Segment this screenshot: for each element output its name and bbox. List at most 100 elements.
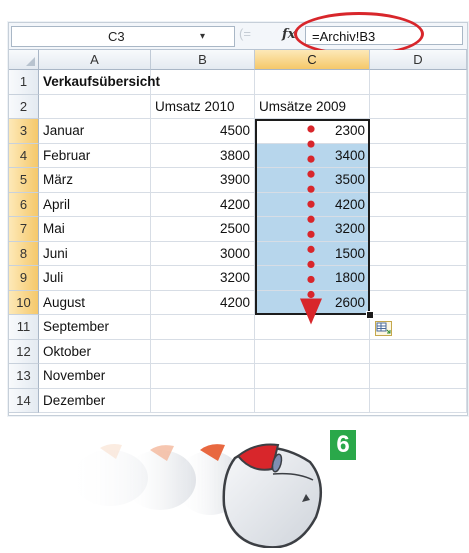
- autofill-options-icon[interactable]: [375, 321, 392, 336]
- sheet-row: 6 April 4200 4200: [9, 192, 467, 217]
- sheet-row: 4 Februar 3800 3400: [9, 143, 467, 168]
- cell-b4[interactable]: 3800: [151, 143, 255, 168]
- row-header[interactable]: 5: [9, 168, 39, 193]
- cell-d6[interactable]: [370, 192, 467, 217]
- cell-d7[interactable]: [370, 217, 467, 242]
- sheet-row: 2 Umsatz 2010 Umsätze 2009: [9, 94, 467, 119]
- cell-a2[interactable]: [39, 94, 151, 119]
- cell-b7[interactable]: 2500: [151, 217, 255, 242]
- fx-icon[interactable]: fx: [282, 27, 295, 42]
- cell-a7[interactable]: Mai: [39, 217, 151, 242]
- cell-d10[interactable]: [370, 290, 467, 315]
- sheet-row: 11 September: [9, 315, 467, 340]
- cell-b13[interactable]: [151, 364, 255, 389]
- cell-b14[interactable]: [151, 388, 255, 413]
- cell-d1[interactable]: [370, 70, 467, 95]
- chevron-down-icon[interactable]: ▾: [200, 27, 205, 46]
- cell-c5[interactable]: 3500: [255, 168, 370, 193]
- cell-d14[interactable]: [370, 388, 467, 413]
- fill-handle[interactable]: [366, 311, 374, 319]
- cell-b8[interactable]: 3000: [151, 241, 255, 266]
- column-header-d[interactable]: D: [370, 50, 467, 70]
- row-header[interactable]: 14: [9, 388, 39, 413]
- name-box-value: C3: [108, 29, 125, 44]
- cell-d9[interactable]: [370, 266, 467, 291]
- cell-c12[interactable]: [255, 339, 370, 364]
- cell-d5[interactable]: [370, 168, 467, 193]
- cell-a3[interactable]: Januar: [39, 119, 151, 144]
- cell-a5[interactable]: März: [39, 168, 151, 193]
- cell-c13[interactable]: [255, 364, 370, 389]
- cell-c9[interactable]: 1800: [255, 266, 370, 291]
- row-header[interactable]: 8: [9, 241, 39, 266]
- select-all-corner[interactable]: [9, 50, 39, 70]
- step-number-badge: 6: [330, 430, 356, 460]
- cell-b1[interactable]: [151, 70, 255, 95]
- select-all-triangle-icon: [26, 57, 35, 66]
- row-header[interactable]: 10: [9, 290, 39, 315]
- cell-c1[interactable]: [255, 70, 370, 95]
- spreadsheet-window: C3 ▾ (= fx =Archiv!B3 A B C D 1 Verkaufsübers…: [8, 12, 468, 416]
- cell-b6[interactable]: 4200: [151, 192, 255, 217]
- cell-c7[interactable]: 3200: [255, 217, 370, 242]
- cell-a12[interactable]: Oktober: [39, 339, 151, 364]
- cell-a13[interactable]: November: [39, 364, 151, 389]
- cell-c8[interactable]: 1500: [255, 241, 370, 266]
- cell-c11[interactable]: [255, 315, 370, 340]
- name-box[interactable]: C3 ▾: [11, 26, 235, 47]
- sheet-row: 1 Verkaufsübersicht: [9, 70, 467, 95]
- column-header-c[interactable]: C: [255, 50, 370, 70]
- mouse-icon: [222, 443, 323, 548]
- cell-a4[interactable]: Februar: [39, 143, 151, 168]
- row-header[interactable]: 2: [9, 94, 39, 119]
- sheet-row: 9 Juli 3200 1800: [9, 266, 467, 291]
- cell-a11[interactable]: September: [39, 315, 151, 340]
- row-header[interactable]: 12: [9, 339, 39, 364]
- row-header[interactable]: 7: [9, 217, 39, 242]
- cell-c6[interactable]: 4200: [255, 192, 370, 217]
- cell-d3[interactable]: [370, 119, 467, 144]
- cell-a8[interactable]: Juni: [39, 241, 151, 266]
- cell-c10[interactable]: 2600: [255, 290, 370, 315]
- row-header[interactable]: 11: [9, 315, 39, 340]
- row-header[interactable]: 1: [9, 70, 39, 95]
- sheet-row: 7 Mai 2500 3200: [9, 217, 467, 242]
- cell-d2[interactable]: [370, 94, 467, 119]
- cell-d13[interactable]: [370, 364, 467, 389]
- row-header[interactable]: 3: [9, 119, 39, 144]
- cell-d4[interactable]: [370, 143, 467, 168]
- column-header-b[interactable]: B: [151, 50, 255, 70]
- autofill-grid-icon: [376, 322, 391, 334]
- row-header[interactable]: 9: [9, 266, 39, 291]
- cell-b12[interactable]: [151, 339, 255, 364]
- sheet-row: 5 März 3900 3500: [9, 168, 467, 193]
- cell-d8[interactable]: [370, 241, 467, 266]
- cell-c14[interactable]: [255, 388, 370, 413]
- sheet-row: 12 Oktober: [9, 339, 467, 364]
- cell-a6[interactable]: April: [39, 192, 151, 217]
- cell-a9[interactable]: Juli: [39, 266, 151, 291]
- sheet-row: 3 Januar 4500 2300: [9, 119, 467, 144]
- cell-b2[interactable]: Umsatz 2010: [151, 94, 255, 119]
- row-header[interactable]: 6: [9, 192, 39, 217]
- formula-bar: C3 ▾ (= fx =Archiv!B3: [9, 12, 467, 56]
- cell-b3[interactable]: 4500: [151, 119, 255, 144]
- cell-d12[interactable]: [370, 339, 467, 364]
- row-header[interactable]: 13: [9, 364, 39, 389]
- cell-a10[interactable]: August: [39, 290, 151, 315]
- cell-b9[interactable]: 3200: [151, 266, 255, 291]
- column-header-a[interactable]: A: [39, 50, 151, 70]
- cell-c3[interactable]: 2300: [255, 119, 370, 144]
- cell-c4[interactable]: 3400: [255, 143, 370, 168]
- sheet-row: 13 November: [9, 364, 467, 389]
- row-header[interactable]: 4: [9, 143, 39, 168]
- cell-a1[interactable]: Verkaufsübersicht: [39, 70, 160, 95]
- cell-b11[interactable]: [151, 315, 255, 340]
- cell-a14[interactable]: Dezember: [39, 388, 151, 413]
- cell-c2[interactable]: Umsätze 2009: [255, 94, 370, 119]
- sheet-row: 8 Juni 3000 1500: [9, 241, 467, 266]
- cell-b5[interactable]: 3900: [151, 168, 255, 193]
- formula-input[interactable]: =Archiv!B3: [305, 26, 463, 45]
- formula-buttons-dimmed: (=: [239, 26, 251, 41]
- cell-b10[interactable]: 4200: [151, 290, 255, 315]
